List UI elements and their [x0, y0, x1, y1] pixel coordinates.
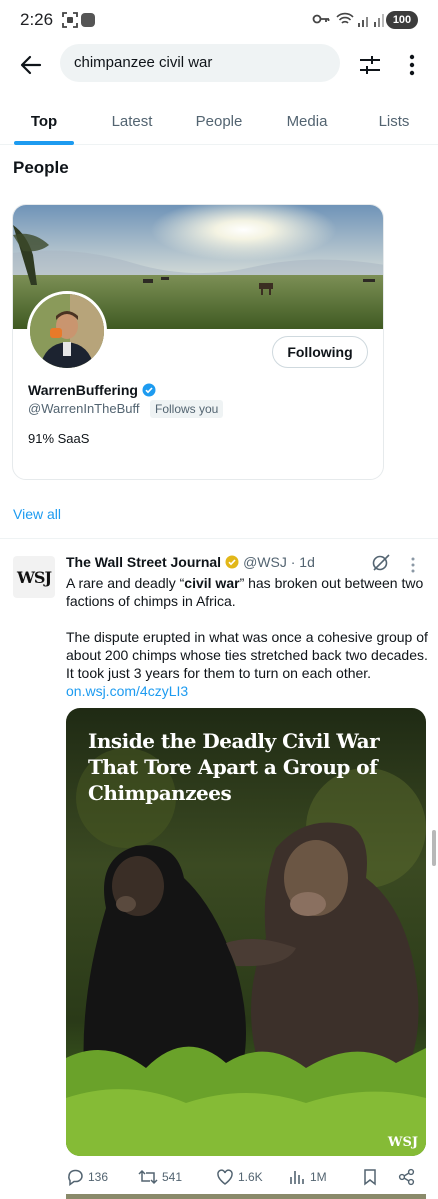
bookmark-button[interactable]: [362, 1168, 378, 1186]
repost-icon: [138, 1169, 158, 1185]
tweet-text-bold: civil war: [184, 575, 240, 591]
bookmark-icon: [364, 1169, 376, 1186]
user-name-row: WarrenBuffering: [28, 382, 156, 398]
like-button[interactable]: 1.6K: [216, 1168, 263, 1186]
user-handle: @WarrenInTheBuff: [28, 401, 140, 416]
views-button[interactable]: 1M: [288, 1168, 327, 1186]
overflow-menu-button[interactable]: [402, 48, 422, 82]
user-name: WarrenBuffering: [28, 382, 138, 398]
search-tabs: Top Latest People Media Lists: [0, 98, 438, 145]
avatar-photo: [30, 294, 104, 368]
tweet-text-2: The dispute erupted in what was once a c…: [66, 629, 428, 681]
tweet-link[interactable]: on.wsj.com/4czyLI3: [66, 683, 188, 699]
reply-count: 136: [88, 1170, 109, 1184]
follows-you-badge: Follows you: [150, 400, 224, 418]
wifi-icon: [336, 12, 354, 24]
views-count: 1M: [310, 1170, 327, 1184]
user-card[interactable]: Following WarrenBuffering @WarrenInTheBu…: [12, 204, 384, 480]
like-count: 1.6K: [238, 1170, 263, 1184]
grok-icon[interactable]: [371, 552, 391, 572]
tab-lists[interactable]: Lists: [362, 98, 426, 144]
avatar[interactable]: [27, 291, 107, 371]
media-watermark: WSJ: [387, 1135, 418, 1150]
share-icon: [398, 1168, 415, 1186]
tab-top[interactable]: Top: [14, 98, 74, 144]
notification-icon: [81, 13, 95, 27]
back-arrow-icon: [20, 55, 42, 75]
search-header: chimpanzee civil war: [0, 40, 438, 90]
reply-icon: [68, 1169, 83, 1186]
tweet-avatar[interactable]: WSJ: [13, 556, 55, 598]
verified-badge-icon: [142, 383, 156, 397]
tweet-actions: 136 541 1.6K 1M: [66, 1164, 426, 1192]
media-headline: Inside the Deadly Civil War That Tore Ap…: [88, 729, 380, 805]
back-button[interactable]: [14, 48, 48, 82]
battery-indicator: 100: [386, 11, 418, 29]
tab-latest[interactable]: Latest: [96, 98, 168, 144]
tweet-text: A rare and deadly “civil war” has broken…: [66, 574, 428, 718]
scrollbar-thumb[interactable]: [432, 830, 436, 866]
key-icon: [312, 14, 330, 24]
sliders-icon: [360, 56, 380, 74]
following-button[interactable]: Following: [272, 336, 368, 368]
user-bio: 91% SaaS: [28, 431, 90, 446]
status-time: 2:26: [20, 10, 54, 29]
reply-button[interactable]: 136: [66, 1168, 108, 1186]
heart-icon: [217, 1169, 233, 1185]
share-button[interactable]: [398, 1168, 416, 1186]
views-chart-icon: [290, 1171, 304, 1184]
tab-people[interactable]: People: [184, 98, 254, 144]
tweet-more-icon[interactable]: [410, 557, 416, 573]
screenshot-icon: [62, 12, 78, 28]
section-divider: [0, 538, 438, 539]
tweet-author[interactable]: The Wall Street Journal: [66, 554, 221, 570]
tab-media[interactable]: Media: [272, 98, 342, 144]
status-bar: 2:26 100: [0, 0, 438, 40]
verified-org-badge-icon: [225, 555, 239, 569]
active-tab-indicator: [14, 141, 74, 145]
next-media-preview: [66, 1194, 426, 1199]
more-vertical-icon: [409, 54, 415, 76]
signal-icon: [358, 14, 384, 27]
view-all-link[interactable]: View all: [13, 506, 61, 522]
search-filter-button[interactable]: [355, 48, 385, 82]
repost-button[interactable]: 541: [138, 1168, 182, 1186]
tweet-header: The Wall Street Journal @WSJ · 1d: [66, 554, 315, 570]
tweet-text-1-pre: A rare and deadly “: [66, 575, 185, 591]
tweet-media-image[interactable]: Inside the Deadly Civil War That Tore Ap…: [66, 708, 426, 1156]
tweet-handle-time: @WSJ · 1d: [243, 554, 315, 570]
people-section-title: People: [13, 158, 69, 177]
repost-count: 541: [162, 1170, 183, 1184]
search-input[interactable]: chimpanzee civil war: [60, 44, 340, 82]
